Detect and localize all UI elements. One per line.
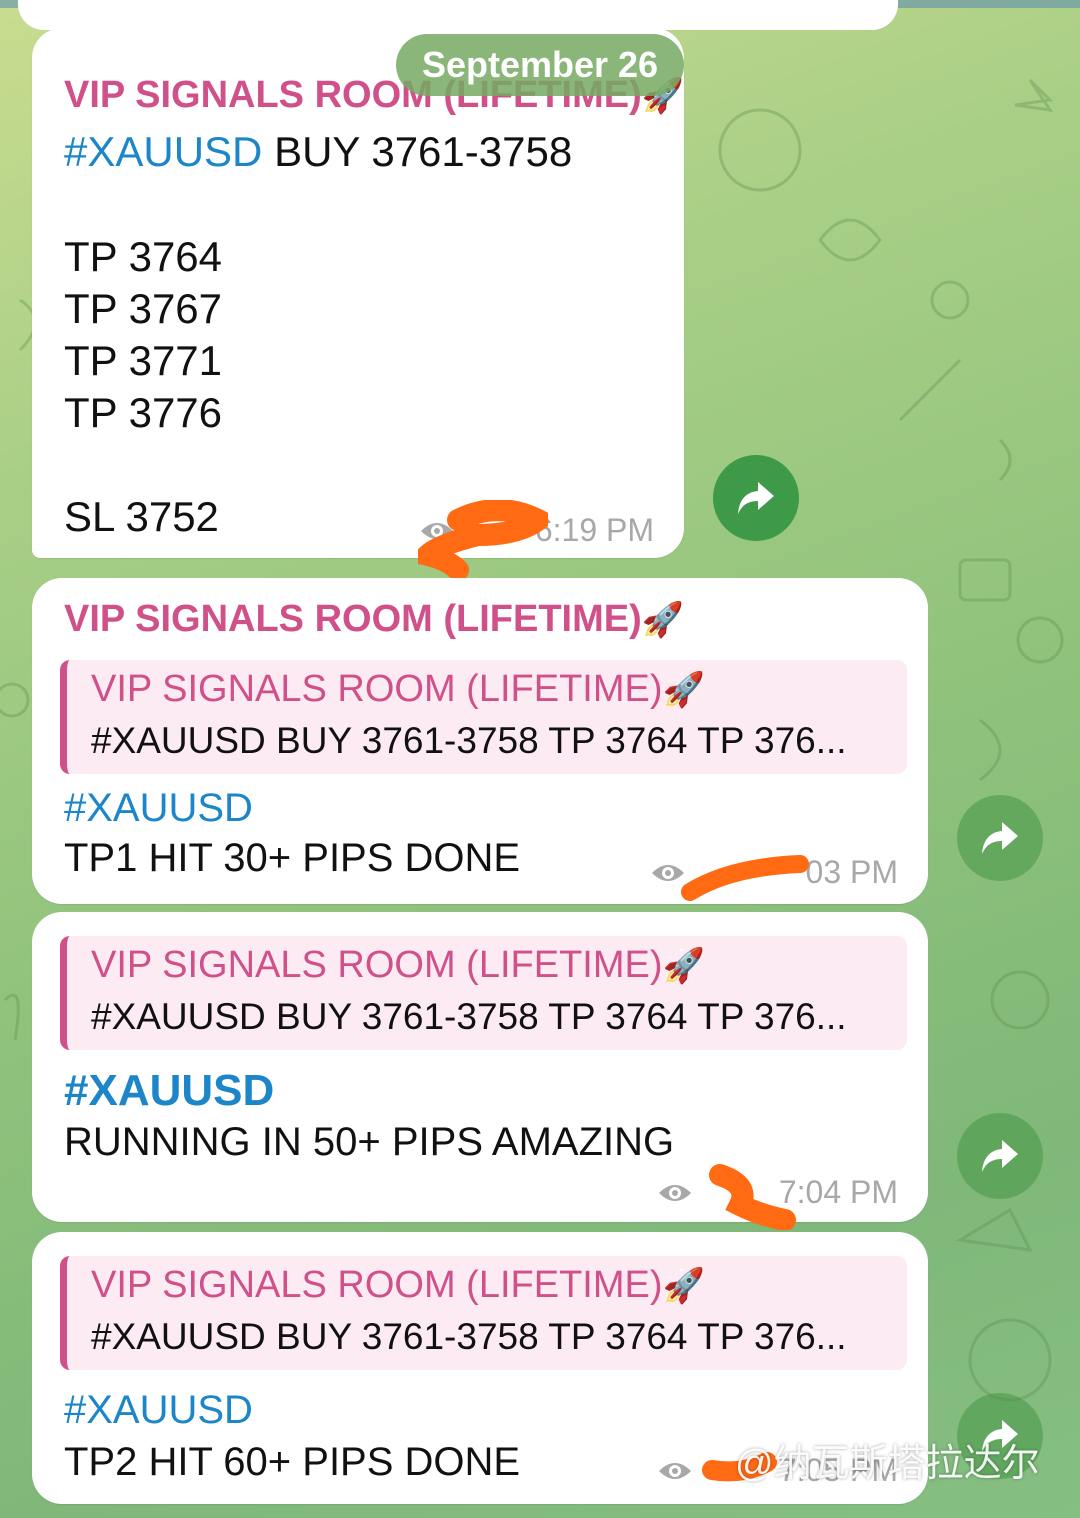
views-eye-icon	[420, 522, 453, 539]
take-profit-3: TP 3771	[64, 337, 223, 384]
message-bubble-signal[interactable]: VIP SIGNALS ROOM (LIFETIME)🚀 #XAUUSD BUY…	[32, 28, 684, 558]
reply-text: #XAUUSD BUY 3761-3758 TP 3764 TP 376...	[91, 720, 847, 761]
rocket-emoji: 🚀	[641, 601, 685, 639]
message-text: RUNNING IN 50+ PIPS AMAZING	[64, 1120, 675, 1164]
forward-button[interactable]	[713, 455, 799, 541]
reply-quote[interactable]: VIP SIGNALS ROOM (LIFETIME)🚀 #XAUUSD BUY…	[60, 1256, 907, 1370]
share-arrow-icon	[982, 1140, 1018, 1172]
take-profit-1: TP 3764	[64, 233, 223, 280]
message-bubble-running[interactable]: VIP SIGNALS ROOM (LIFETIME)🚀 #XAUUSD BUY…	[32, 912, 928, 1222]
message-time: 6:19 PM	[534, 512, 654, 548]
views-eye-icon	[658, 1462, 691, 1479]
views-eye-icon	[658, 1184, 691, 1201]
message-meta: 7:04 PM	[657, 1174, 898, 1211]
message-bubble-tp1[interactable]: VIP SIGNALS ROOM (LIFETIME)🚀 VIP SIGNALS…	[32, 578, 928, 904]
signal-line: #XAUUSD BUY 3761-3758	[64, 128, 573, 175]
reply-sender: VIP SIGNALS ROOM (LIFETIME)🚀	[91, 1264, 705, 1306]
share-arrow-icon	[982, 822, 1018, 854]
message-text: TP1 HIT 30+ PIPS DONE	[64, 836, 521, 880]
rocket-emoji: 🚀	[662, 1267, 705, 1305]
hashtag-link[interactable]: #XAUUSD	[64, 1066, 274, 1116]
message-meta: 03 PM	[650, 854, 898, 891]
forward-button[interactable]	[957, 1113, 1043, 1199]
rocket-emoji: 🚀	[662, 947, 705, 985]
message-time: 7:04 PM	[778, 1174, 898, 1210]
watermark: @纳瓦斯塔拉达尔	[735, 1443, 1040, 1485]
message-time: 03 PM	[805, 854, 898, 890]
date-separator: September 26	[396, 34, 684, 96]
hashtag-link[interactable]: #XAUUSD	[64, 128, 262, 175]
hashtag-link[interactable]: #XAUUSD	[64, 786, 253, 831]
reply-sender: VIP SIGNALS ROOM (LIFETIME)🚀	[91, 668, 705, 710]
reply-text: #XAUUSD BUY 3761-3758 TP 3764 TP 376...	[91, 1316, 847, 1357]
reply-sender: VIP SIGNALS ROOM (LIFETIME)🚀	[91, 944, 705, 986]
reply-text: #XAUUSD BUY 3761-3758 TP 3764 TP 376...	[91, 996, 847, 1037]
forward-button[interactable]	[957, 795, 1043, 881]
stop-loss: SL 3752	[64, 493, 219, 540]
previous-message-bubble[interactable]	[18, 0, 898, 30]
sender-name[interactable]: VIP SIGNALS ROOM (LIFETIME)🚀	[64, 598, 684, 641]
reply-quote[interactable]: VIP SIGNALS ROOM (LIFETIME)🚀 #XAUUSD BUY…	[60, 936, 907, 1050]
views-eye-icon	[651, 864, 684, 881]
message-text: TP2 HIT 60+ PIPS DONE	[64, 1440, 521, 1484]
rocket-emoji: 🚀	[662, 671, 705, 709]
take-profit-2: TP 3767	[64, 285, 223, 332]
reply-quote[interactable]: VIP SIGNALS ROOM (LIFETIME)🚀 #XAUUSD BUY…	[60, 660, 907, 774]
message-meta: 6:19 PM	[419, 512, 654, 549]
share-arrow-icon	[738, 482, 774, 514]
take-profit-4: TP 3776	[64, 389, 223, 436]
hashtag-link[interactable]: #XAUUSD	[64, 1388, 253, 1433]
